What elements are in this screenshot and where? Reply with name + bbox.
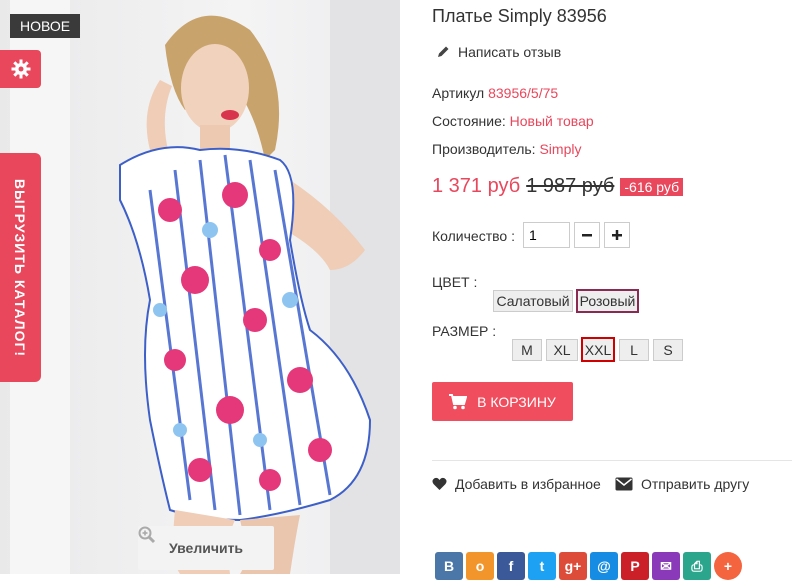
product-title: Платье Simply 83956 [432, 6, 607, 26]
zoom-in-icon [138, 526, 156, 544]
vk-icon[interactable]: В [435, 552, 463, 580]
size-option-m[interactable]: M [512, 339, 542, 361]
minus-icon [582, 234, 592, 237]
size-option-l[interactable]: L [619, 339, 649, 361]
condition-row: Состояние: Новый товар [432, 113, 594, 129]
price-row: 1 371 руб 1 987 руб -616 руб [432, 175, 684, 198]
color-label: ЦВЕТ : [432, 274, 478, 290]
export-catalog-label: ВЫГРУЗИТЬ КАТАЛОГ! [12, 178, 28, 358]
mailru-icon[interactable]: @ [590, 552, 618, 580]
add-to-wishlist-link[interactable]: Добавить в избранное [432, 476, 601, 492]
size-option-xxl[interactable]: XXL [581, 337, 615, 362]
pencil-icon [438, 46, 449, 57]
quantity-decrease-button[interactable] [574, 222, 600, 248]
write-review-label: Написать отзыв [458, 44, 562, 60]
export-catalog-tab[interactable]: ВЫГРУЗИТЬ КАТАЛОГ! [0, 153, 41, 382]
facebook-icon[interactable]: f [497, 552, 525, 580]
manufacturer-row: Производитель: Simply [432, 141, 581, 157]
send-to-friend-label: Отправить другу [641, 476, 750, 492]
odnoklassniki-icon[interactable]: о [466, 552, 494, 580]
quantity-increase-button[interactable] [604, 222, 630, 248]
condition-value: Новый товар [509, 113, 594, 129]
print-icon[interactable]: ⎙ [683, 552, 711, 580]
googleplus-icon[interactable]: g+ [559, 552, 587, 580]
write-review-link[interactable]: Написать отзыв [436, 44, 561, 60]
product-photo[interactable]: НОВОЕ Увеличить [0, 0, 400, 574]
size-label: РАЗМЕР : [432, 323, 497, 339]
plus-icon [612, 230, 622, 240]
manufacturer-label: Производитель: [432, 141, 536, 157]
heart-icon [432, 477, 447, 490]
discount-badge: -616 руб [620, 177, 684, 196]
zoom-button[interactable]: Увеличить [138, 526, 274, 570]
article-label: Артикул [432, 85, 485, 101]
old-price: 1 987 руб [526, 175, 615, 197]
add-to-cart-label: В КОРЗИНУ [477, 393, 556, 410]
dress-illustration [10, 0, 400, 574]
current-price: 1 371 руб [432, 175, 521, 197]
color-option-green[interactable]: Салатовый [493, 290, 573, 312]
article-row: Артикул 83956/5/75 [432, 85, 558, 101]
new-badge: НОВОЕ [10, 14, 81, 38]
manufacturer-link[interactable]: Simply [539, 141, 581, 157]
add-to-cart-button[interactable]: В КОРЗИНУ [432, 382, 573, 421]
color-option-pink[interactable]: Розовый [576, 289, 639, 313]
condition-label: Состояние: [432, 113, 506, 129]
article-value: 83956/5/75 [488, 85, 559, 101]
cart-icon [449, 393, 468, 409]
size-option-xl[interactable]: XL [546, 339, 578, 361]
divider [432, 460, 792, 461]
settings-button[interactable] [0, 50, 41, 88]
quantity-label: Количество : [432, 228, 515, 244]
email-icon[interactable]: ✉ [652, 552, 680, 580]
envelope-icon [615, 477, 633, 491]
social-share-bar: В о f t g+ @ P ✉ ⎙ + [435, 552, 742, 580]
add-to-wishlist-label: Добавить в избранное [455, 476, 601, 492]
more-icon[interactable]: + [714, 552, 742, 580]
twitter-icon[interactable]: t [528, 552, 556, 580]
quantity-input[interactable] [523, 222, 570, 248]
gear-icon [11, 59, 30, 79]
send-to-friend-link[interactable]: Отправить другу [615, 476, 749, 492]
size-option-s[interactable]: S [653, 339, 683, 361]
zoom-label: Увеличить [168, 540, 244, 556]
pinterest-icon[interactable]: P [621, 552, 649, 580]
